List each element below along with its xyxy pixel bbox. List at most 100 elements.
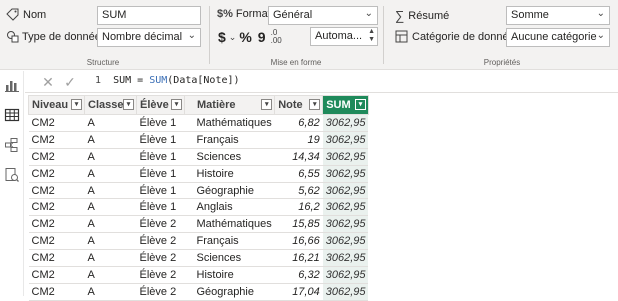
cell-eleve: Élève 1	[136, 165, 185, 183]
report-view-icon[interactable]	[4, 77, 20, 93]
table-row: CM2 A Élève 2 Histoire 6,32 3062,95	[28, 266, 369, 284]
column-header-matiere[interactable]: Matière ▾	[183, 95, 276, 115]
decimals-input[interactable]: Automa... ▲ ▼	[310, 27, 378, 46]
cell-note: 16,2	[274, 198, 323, 217]
decimal-adjust-icon[interactable]: .0.00	[271, 29, 282, 45]
chevron-down-icon[interactable]: ⌄	[229, 32, 237, 43]
datatype-row: Type de données	[6, 30, 106, 43]
cell-matiere: Géographie	[184, 283, 275, 301]
name-row: Nom	[6, 8, 46, 21]
chevron-down-icon: ⌄	[187, 30, 196, 41]
cell-niveau: CM2	[28, 148, 85, 166]
cell-eleve: Élève 2	[136, 283, 185, 301]
table-row: CM2 A Élève 1 Anglais 16,2 3062,95	[28, 198, 369, 217]
category-dropdown[interactable]: Aucune catégorie ⌄	[506, 28, 610, 47]
cell-matiere: Mathématiques	[184, 114, 275, 132]
category-value: Aucune catégorie	[511, 31, 597, 43]
column-header-label: SUM	[326, 99, 351, 111]
checkmark-icon[interactable]: ✓	[61, 74, 79, 90]
column-header-niveau[interactable]: Niveau ▾	[28, 95, 85, 115]
cell-note: 5,62	[274, 182, 323, 200]
cell-sum: 3062,95	[322, 131, 369, 149]
cell-note: 6,82	[274, 114, 323, 132]
table-row: CM2 A Élève 2 Mathématiques 15,85 3062,95	[28, 215, 369, 234]
name-input[interactable]: SUM	[97, 6, 201, 25]
column-header-note[interactable]: Note ▾	[274, 95, 324, 115]
cell-sum: 3062,95	[322, 165, 369, 183]
format-label: Format	[235, 8, 271, 20]
table-row: CM2 A Élève 2 Sciences 16,21 3062,95	[28, 249, 369, 268]
cell-eleve: Élève 1	[136, 131, 185, 149]
cell-matiere: Géographie	[184, 182, 275, 200]
comma-button[interactable]: 9	[258, 29, 266, 45]
percent-button[interactable]: %	[239, 29, 251, 45]
formula-input[interactable]: 1 SUM = SUM(Data[Note])	[95, 75, 240, 86]
name-label: Nom	[23, 8, 47, 21]
cell-note: 16,66	[274, 232, 323, 251]
cell-matiere: Mathématiques	[184, 215, 275, 234]
filter-dropdown-icon[interactable]: ▾	[123, 99, 134, 110]
cell-classe: A	[84, 198, 137, 217]
column-header-sum[interactable]: SUM ▾	[322, 95, 369, 115]
summary-dropdown[interactable]: Somme ⌄	[506, 6, 610, 25]
table-row: CM2 A Élève 1 Sciences 14,34 3062,95	[28, 148, 369, 166]
cell-niveau: CM2	[28, 232, 85, 251]
filter-dropdown-icon[interactable]: ▾	[261, 99, 273, 110]
cell-classe: A	[84, 266, 137, 284]
cell-note: 14,34	[274, 148, 323, 166]
table-body: CM2 A Élève 1 Mathématiques 6,82 3062,95 CM2 A É…	[28, 114, 369, 301]
datatype-label: Type de données	[22, 30, 107, 43]
cell-eleve: Élève 2	[136, 215, 185, 234]
filter-dropdown-icon[interactable]: ▾	[171, 99, 182, 110]
column-header-label: Niveau	[32, 99, 69, 111]
column-header-eleve[interactable]: Élève ▾	[136, 95, 185, 115]
chevron-down-icon: ⌄	[596, 30, 605, 41]
formatting-group: $% Format Général ⌄ $ ⌄ % 9 .0.00 Automa…	[212, 0, 380, 70]
table-view-icon[interactable]	[4, 107, 20, 123]
decimals-value: Automa...	[315, 30, 363, 42]
cell-classe: A	[84, 131, 137, 149]
filter-dropdown-icon[interactable]: ▾	[71, 99, 82, 110]
datatype-value: Nombre décimal	[102, 31, 183, 43]
column-header-label: Note	[278, 99, 303, 111]
cell-matiere: Sciences	[184, 148, 275, 166]
cell-eleve: Élève 1	[136, 148, 185, 166]
dax-query-view-icon[interactable]	[4, 167, 20, 183]
formula-measure-name: SUM	[113, 75, 132, 86]
formula-line-number: 1	[95, 75, 102, 86]
filter-dropdown-icon[interactable]: ▾	[309, 99, 321, 110]
summary-label: Résumé	[408, 9, 450, 22]
filter-dropdown-icon[interactable]: ▾	[354, 99, 366, 110]
category-label: Catégorie de données	[412, 30, 521, 43]
currency-button[interactable]: $	[218, 29, 226, 45]
chevron-down-icon: ⌄	[596, 8, 605, 19]
cell-niveau: CM2	[28, 114, 85, 132]
model-view-icon[interactable]	[4, 137, 20, 153]
format-value: Général	[273, 9, 313, 21]
category-icon	[395, 30, 408, 43]
table-row: CM2 A Élève 2 Géographie 17,04 3062,95	[28, 283, 369, 301]
format-row: $% Format	[217, 8, 271, 20]
table-row: CM2 A Élève 1 Histoire 6,55 3062,95	[28, 165, 369, 183]
cell-classe: A	[84, 165, 137, 183]
cell-classe: A	[84, 249, 137, 268]
cell-eleve: Élève 2	[136, 249, 185, 268]
format-dropdown[interactable]: Général ⌄	[268, 6, 378, 25]
cell-eleve: Élève 2	[136, 232, 185, 251]
category-row: Catégorie de données	[395, 30, 520, 43]
cell-matiere: Sciences	[184, 249, 275, 268]
cell-classe: A	[84, 215, 137, 234]
cell-sum: 3062,95	[322, 148, 369, 166]
formula-argument: (Data[Note])	[167, 75, 240, 86]
datatype-dropdown[interactable]: Nombre décimal ⌄	[97, 28, 201, 47]
column-header-classe[interactable]: Classe ▾	[84, 95, 137, 115]
cell-niveau: CM2	[28, 131, 85, 149]
cell-note: 19	[274, 131, 323, 149]
close-icon[interactable]: ✕	[39, 74, 57, 90]
properties-group-label: Propriétés	[483, 58, 521, 67]
cell-matiere: Histoire	[184, 165, 275, 183]
spinner-icon[interactable]: ▲ ▼	[368, 28, 375, 44]
cell-sum: 3062,95	[322, 283, 369, 301]
cell-classe: A	[84, 283, 137, 301]
cell-matiere: Anglais	[184, 198, 275, 217]
